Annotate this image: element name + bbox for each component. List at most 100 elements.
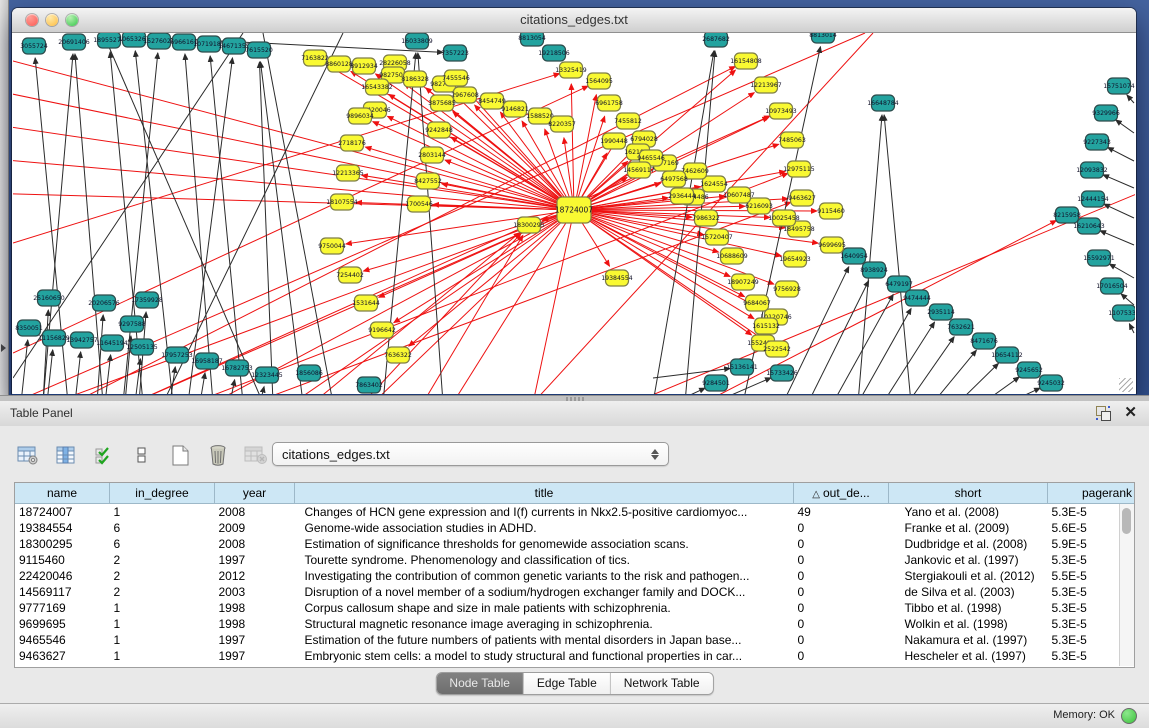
graph-node-label: 9474444 (903, 295, 931, 302)
table-mode-button[interactable] (14, 442, 42, 468)
cell-title: Investigating the contribution of common… (295, 568, 794, 584)
table-row[interactable]: 1830029562008Estimation of significance … (15, 536, 1135, 552)
cell-short: Stergiakouli et al. (2012) (889, 568, 1048, 584)
graph-node-label: 15720407 (701, 234, 733, 241)
table-selector-combobox[interactable]: citations_edges.txt (272, 442, 669, 466)
graph-node-label: 18107554 (326, 199, 358, 206)
network-canvas[interactable]: 1872400730557242069140618955274106532671… (13, 33, 1135, 394)
graph-node-label: 10025458 (768, 215, 800, 222)
tab-node-table[interactable]: Node Table (436, 673, 523, 694)
cell-name: 18300295 (15, 536, 110, 552)
table-row[interactable]: 946362711997Embryonic stem cells: a mode… (15, 648, 1135, 664)
graph-node-label: 6961758 (595, 100, 623, 107)
table-type-tabs: Node TableEdge TableNetwork Table (435, 672, 713, 695)
column-header-pagerank[interactable]: pagerank (1048, 483, 1136, 504)
column-header-year[interactable]: year (215, 483, 295, 504)
table-row[interactable]: 911546021997Tourette syndrome. Phenomeno… (15, 552, 1135, 568)
cell-title: Corpus callosum shape and size in male p… (295, 600, 794, 616)
sort-ascending-icon: △ (812, 489, 820, 500)
table-row[interactable]: 1456911722003Disruption of a novel membe… (15, 584, 1135, 600)
graph-node-label: 16154808 (730, 58, 762, 65)
graph-node-label: 9245652 (1015, 367, 1043, 374)
graph-node-label: 11156829 (38, 335, 70, 342)
new-column-button[interactable] (166, 442, 194, 468)
graph-node-label: 19218506 (538, 50, 570, 57)
row-height-button[interactable] (128, 442, 156, 468)
cell-indeg: 1 (110, 632, 215, 648)
table-toolbar: f(x) (14, 440, 308, 470)
graph-node-label: 16782753 (221, 365, 253, 372)
table-row[interactable]: 946554611997Estimation of the future num… (15, 632, 1135, 648)
graph-node-label: 6497568 (660, 176, 688, 183)
cell-title: Estimation of the future numbers of pati… (295, 632, 794, 648)
graph-node-label: 7986322 (692, 215, 720, 222)
table-row[interactable]: 969969511998Structural magnetic resonanc… (15, 616, 1135, 632)
select-all-columns-button[interactable] (90, 442, 118, 468)
graph-node-label: 18907249 (727, 279, 759, 286)
graph-node-label: 16210643 (1073, 223, 1105, 230)
cell-name: 14569117 (15, 584, 110, 600)
table-row[interactable]: 1938455462009Genome-wide association stu… (15, 520, 1135, 536)
table-row[interactable]: 2242004622012Investigating the contribut… (15, 568, 1135, 584)
graph-node-label: 25160650 (33, 295, 65, 302)
table-vertical-scrollbar[interactable] (1119, 504, 1134, 666)
graph-node-label: 18300295 (513, 222, 545, 229)
column-header-outde[interactable]: △out_de... (794, 483, 889, 504)
memory-ok-indicator-icon (1121, 708, 1137, 724)
graph-node-label: 19654923 (779, 256, 811, 263)
graph-node-label: 16543382 (361, 84, 393, 91)
table-row[interactable]: 977716911998Corpus callosum shape and si… (15, 600, 1135, 616)
graph-node-label: 6216093 (745, 203, 773, 210)
cell-year: 2008 (215, 536, 295, 552)
tab-network-table[interactable]: Network Table (610, 673, 713, 694)
graph-node-label: 15592971 (1083, 255, 1115, 262)
cell-indeg: 2 (110, 584, 215, 600)
column-header-indegree[interactable]: in_degree (110, 483, 215, 504)
cell-indeg: 1 (110, 504, 215, 521)
cell-indeg: 2 (110, 568, 215, 584)
cell-short: Tibbo et al. (1998) (889, 600, 1048, 616)
graph-node-label: 19384554 (601, 275, 633, 282)
graph-node-label: 20206576 (88, 300, 120, 307)
table-row[interactable]: 1872400712008Changes of HCN gene express… (15, 504, 1135, 521)
graph-node-label: 8220357 (548, 121, 576, 128)
cell-name: 9699695 (15, 616, 110, 632)
network-view-window: citations_edges.txt 18724007305572420691… (12, 8, 1136, 395)
graph-node-label: 9227343 (1083, 139, 1111, 146)
column-header-short[interactable]: short (889, 483, 1048, 504)
tab-edge-table[interactable]: Edge Table (523, 673, 610, 694)
cell-outdeg: 0 (794, 632, 889, 648)
graph-node-label: 9245032 (1037, 380, 1065, 387)
graph-node-label: 2687682 (702, 36, 730, 43)
window-resize-grip-icon[interactable] (1119, 378, 1133, 392)
combobox-value: citations_edges.txt (273, 447, 646, 462)
panel-collapse-handle-icon[interactable] (1, 344, 6, 352)
cell-name: 18724007 (15, 504, 110, 521)
column-visibility-button[interactable] (52, 442, 80, 468)
cell-name: 9115460 (15, 552, 110, 568)
graph-node-label: 9297588 (118, 321, 146, 328)
graph-node-label: 13942757 (66, 337, 98, 344)
cell-outdeg: 0 (794, 584, 889, 600)
graph-node-label: 8471676 (970, 338, 998, 345)
graph-node-label: 1640954 (840, 253, 868, 260)
scrollbar-thumb[interactable] (1122, 508, 1131, 534)
combobox-stepper-icon (646, 449, 668, 460)
graph-node-label: 7485063 (778, 137, 806, 144)
table-gear-icon (17, 446, 39, 465)
graph-node-label: 8860128 (325, 61, 353, 68)
graph-node-label: 9896034 (346, 113, 374, 120)
window-titlebar[interactable]: citations_edges.txt (12, 8, 1136, 33)
graph-node-label: 2522542 (763, 346, 791, 353)
cell-indeg: 1 (110, 600, 215, 616)
graph-node-label: 15733426 (766, 370, 798, 377)
close-panel-button[interactable]: ✕ (1124, 404, 1137, 422)
column-header-title[interactable]: title (295, 483, 794, 504)
float-panel-button[interactable] (1096, 406, 1111, 421)
desktop-background: citations_edges.txt 18724007305572420691… (0, 0, 1149, 398)
cell-name: 9777169 (15, 600, 110, 616)
graph-node-label: 17016504 (1096, 283, 1128, 290)
column-header-name[interactable]: name (15, 483, 110, 504)
delete-column-button[interactable] (204, 442, 232, 468)
cell-title: Estimation of significance thresholds fo… (295, 536, 794, 552)
